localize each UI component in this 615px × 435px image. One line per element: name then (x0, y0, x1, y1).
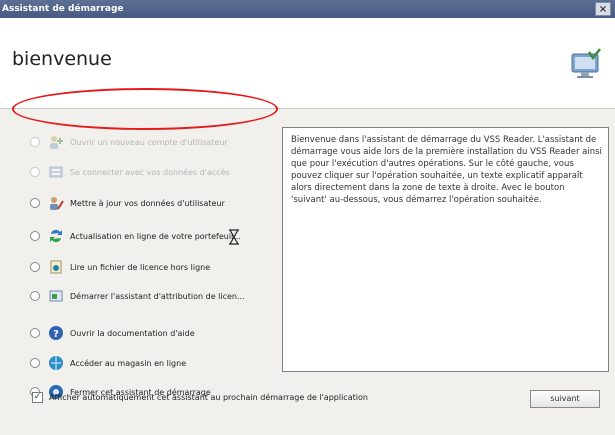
option-new-account[interactable]: Ouvrir un nouveau compte d'utilisateur (30, 131, 228, 153)
radio-button[interactable] (30, 198, 40, 208)
license-wizard-icon (49, 290, 63, 302)
hourglass-cursor-icon (229, 229, 239, 245)
auto-show-checkbox-row[interactable]: ✓ Afficher automatiquement cet assistant… (32, 392, 368, 403)
option-label: Lire un fichier de licence hors ligne (70, 262, 211, 272)
window-titlebar: Assistant de démarrage × (0, 0, 615, 18)
next-button[interactable]: suivant (530, 390, 600, 408)
license-file-icon (50, 260, 62, 274)
option-shop[interactable]: Accéder au magasin en ligne (30, 352, 186, 374)
radio-button[interactable] (30, 358, 40, 368)
option-help[interactable]: ? Ouvrir la documentation d'aide (30, 322, 195, 344)
user-edit-icon (50, 197, 64, 210)
option-offline-license[interactable]: Lire un fichier de licence hors ligne (30, 256, 210, 278)
option-label: Accéder au magasin en ligne (70, 358, 187, 368)
radio-button[interactable] (30, 137, 40, 147)
refresh-icon (50, 229, 62, 243)
option-update-user-data[interactable]: Mettre à jour vos données d'utilisateur (30, 192, 225, 214)
page-title: bienvenue (12, 48, 112, 70)
svg-text:?: ? (53, 329, 59, 340)
option-label: Actualisation en ligne de votre portefeu… (70, 231, 241, 241)
option-label: Mettre à jour vos données d'utilisateur (70, 198, 225, 208)
option-label: Démarrer l'assistant d'attribution de li… (70, 291, 245, 301)
auto-show-checkbox[interactable]: ✓ (32, 392, 43, 403)
radio-button[interactable] (30, 231, 40, 241)
option-label: Ouvrir un nouveau compte d'utilisateur (70, 137, 228, 147)
user-add-icon (50, 136, 63, 149)
help-icon: ? (49, 326, 63, 340)
option-label: Ouvrir la documentation d'aide (70, 328, 195, 338)
radio-button[interactable] (30, 291, 40, 301)
option-login[interactable]: Se connecter avec vos données d'accès (30, 161, 230, 183)
radio-button[interactable] (30, 328, 40, 338)
close-button[interactable]: × (595, 2, 611, 16)
shop-icon (49, 356, 63, 370)
option-label: Se connecter avec vos données d'accès (70, 167, 230, 177)
option-license-wizard[interactable]: Démarrer l'assistant d'attribution de li… (30, 285, 245, 307)
radio-button[interactable] (30, 262, 40, 272)
auto-show-label: Afficher automatiquement cet assistant a… (49, 393, 368, 402)
login-icon (49, 166, 63, 178)
radio-button[interactable] (30, 167, 40, 177)
monitor-check-icon (571, 48, 601, 78)
option-online-update[interactable]: Actualisation en ligne de votre portefeu… (30, 225, 241, 247)
highlight-annotation (12, 88, 278, 130)
description-box: Bienvenue dans l'assistant de démarrage … (282, 127, 609, 372)
window-title: Assistant de démarrage (2, 4, 124, 14)
